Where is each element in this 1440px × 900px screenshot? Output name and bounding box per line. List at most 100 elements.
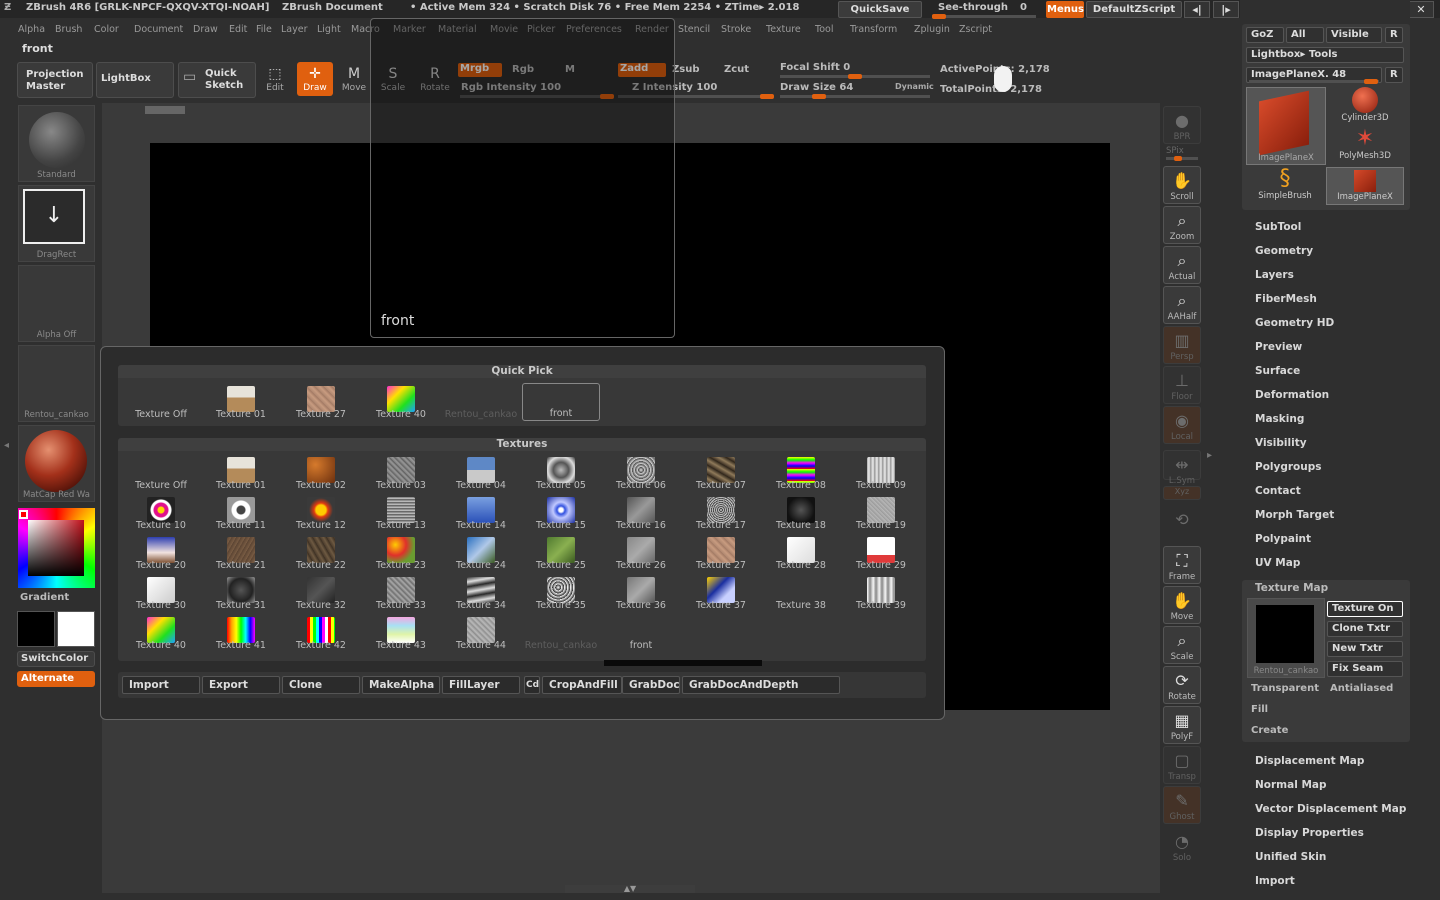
imageplane-slider[interactable]: ImagePlaneX. 48 bbox=[1246, 67, 1382, 84]
bottom-tray-handle[interactable]: ▲▼ bbox=[565, 885, 695, 893]
menu-file[interactable]: File bbox=[256, 24, 272, 35]
quicksave-button[interactable]: QuickSave bbox=[838, 1, 922, 18]
fill-layer-button[interactable]: FillLayer bbox=[442, 676, 520, 694]
zsub-button[interactable]: Zsub bbox=[672, 64, 699, 75]
texture-item[interactable]: Texture 01 bbox=[202, 454, 280, 492]
tool-thumb-cylinder3d[interactable]: Cylinder3D bbox=[1326, 87, 1404, 125]
rotation-axis-icons[interactable]: ⟲ bbox=[1163, 506, 1201, 542]
tool-thumb-simplebrush[interactable]: § SimpleBrush bbox=[1246, 167, 1324, 205]
masking-section[interactable]: Masking bbox=[1255, 413, 1304, 425]
persp-button[interactable]: ▥ Persp bbox=[1163, 326, 1201, 364]
floor-button[interactable]: ⊥ Floor bbox=[1163, 366, 1201, 404]
right-tray-toggle-icon[interactable]: ▸ bbox=[1207, 450, 1212, 461]
focal-shift-slider[interactable] bbox=[780, 74, 930, 79]
fill-subpalette[interactable]: Fill bbox=[1251, 704, 1268, 715]
shelf-rotate-button[interactable]: ⟳ Rotate bbox=[1163, 666, 1201, 704]
quick-pick-item[interactable]: Texture 40 bbox=[362, 383, 440, 421]
polyf-button[interactable]: ▦ PolyF bbox=[1163, 706, 1201, 744]
grab-doc-and-depth-button[interactable]: GrabDocAndDepth bbox=[682, 676, 840, 694]
menus-button[interactable]: Menus bbox=[1046, 1, 1084, 18]
preview-section[interactable]: Preview bbox=[1255, 341, 1302, 353]
menu-document[interactable]: Document bbox=[134, 24, 183, 35]
spix-slider[interactable] bbox=[1166, 156, 1198, 161]
menu-light[interactable]: Light bbox=[317, 24, 341, 35]
canvas-scroll-thumb[interactable] bbox=[145, 106, 185, 114]
create-subpalette[interactable]: Create bbox=[1251, 725, 1288, 736]
texture-item[interactable]: Texture 30 bbox=[122, 574, 200, 612]
polypaint-section[interactable]: Polypaint bbox=[1255, 533, 1311, 545]
texture-item[interactable]: Texture 14 bbox=[442, 494, 520, 532]
lightbox-button[interactable]: LightBox bbox=[96, 62, 174, 98]
grab-doc-button[interactable]: GrabDoc bbox=[622, 676, 680, 694]
move-button[interactable]: M Move bbox=[336, 62, 372, 96]
texture-item[interactable]: Texture 09 bbox=[842, 454, 920, 492]
tool-thumb-imageplanex[interactable]: ImagePlaneX bbox=[1246, 87, 1326, 165]
menu-tool[interactable]: Tool bbox=[815, 24, 833, 35]
all-button[interactable]: All bbox=[1286, 27, 1324, 43]
texture-item[interactable]: Texture 18 bbox=[762, 494, 840, 532]
make-alpha-button[interactable]: MakeAlpha bbox=[362, 676, 440, 694]
alternate-button[interactable]: Alternate bbox=[17, 671, 95, 687]
actual-button[interactable]: ⌕ Actual bbox=[1163, 246, 1201, 284]
transparent-toggle[interactable]: Transparent bbox=[1251, 683, 1319, 694]
texture-item[interactable]: Texture 02 bbox=[282, 454, 360, 492]
texture-grid-scrollbar[interactable] bbox=[604, 660, 762, 666]
texture-map-thumbnail[interactable]: Rentou_cankao bbox=[1247, 598, 1325, 678]
tool-thumb-polymesh3d[interactable]: ✶ PolyMesh3D bbox=[1326, 127, 1404, 165]
clone-button[interactable]: Clone bbox=[282, 676, 360, 694]
texture-item[interactable]: Texture 39 bbox=[842, 574, 920, 612]
draw-size-slider[interactable] bbox=[780, 94, 930, 99]
next-layout-icon[interactable]: |▸ bbox=[1213, 1, 1239, 18]
texture-item[interactable]: front bbox=[602, 614, 680, 652]
default-zscript-button[interactable]: DefaultZScript bbox=[1086, 1, 1182, 18]
edit-button[interactable]: ⬚ Edit bbox=[257, 62, 293, 96]
texture-item[interactable]: Texture 07 bbox=[682, 454, 760, 492]
geometry-section[interactable]: Geometry bbox=[1255, 245, 1313, 257]
display-properties-section[interactable]: Display Properties bbox=[1255, 827, 1364, 839]
texture-item[interactable]: Texture 34 bbox=[442, 574, 520, 612]
color-picker[interactable] bbox=[18, 508, 95, 588]
texture-item[interactable]: Texture 21 bbox=[202, 534, 280, 572]
texture-item[interactable]: Texture 22 bbox=[282, 534, 360, 572]
menu-transform[interactable]: Transform bbox=[850, 24, 897, 35]
texture-item[interactable]: Texture 06 bbox=[602, 454, 680, 492]
texture-item[interactable]: Texture 24 bbox=[442, 534, 520, 572]
clone-txtr-button[interactable]: Clone Txtr bbox=[1327, 621, 1403, 637]
visibility-section[interactable]: Visibility bbox=[1255, 437, 1307, 449]
texture-item[interactable]: Texture 29 bbox=[842, 534, 920, 572]
texture-item[interactable]: Rentou_cankao bbox=[522, 614, 600, 652]
texture-item[interactable]: Texture 11 bbox=[202, 494, 280, 532]
texture-map-header[interactable]: Texture Map bbox=[1255, 582, 1328, 594]
scroll-button[interactable]: ✋ Scroll bbox=[1163, 166, 1201, 204]
normal-map-section[interactable]: Normal Map bbox=[1255, 779, 1327, 791]
frame-button[interactable]: ⛶ Frame bbox=[1163, 546, 1201, 584]
export-button[interactable]: Export bbox=[202, 676, 280, 694]
menu-texture[interactable]: Texture bbox=[766, 24, 801, 35]
menu-stencil[interactable]: Stencil bbox=[678, 24, 710, 35]
shelf-move-button[interactable]: ✋ Move bbox=[1163, 586, 1201, 624]
menu-stroke[interactable]: Stroke bbox=[721, 24, 751, 35]
texture-picker[interactable]: Rentou_cankao bbox=[18, 345, 95, 422]
quick-pick-item[interactable]: Texture 27 bbox=[282, 383, 360, 421]
local-button[interactable]: ◉ Local bbox=[1163, 406, 1201, 444]
brush-picker[interactable]: Standard bbox=[18, 105, 95, 182]
prev-layout-icon[interactable]: ◂| bbox=[1184, 1, 1210, 18]
quick-pick-item[interactable]: front bbox=[522, 383, 600, 421]
texture-item[interactable]: Texture 15 bbox=[522, 494, 600, 532]
texture-item[interactable]: Texture 36 bbox=[602, 574, 680, 612]
antialiased-toggle[interactable]: Antialiased bbox=[1330, 683, 1393, 694]
subtool-section[interactable]: SubTool bbox=[1255, 221, 1301, 233]
texture-item[interactable]: Texture 13 bbox=[362, 494, 440, 532]
xyz-button[interactable]: Xyz bbox=[1163, 486, 1201, 500]
tool-thumb-imageplanex-2[interactable]: ImagePlaneX bbox=[1326, 167, 1404, 205]
quick-sketch-button[interactable]: ▭ Quick Sketch bbox=[178, 62, 256, 98]
spix-label[interactable]: SPix bbox=[1166, 146, 1184, 156]
zcut-button[interactable]: Zcut bbox=[724, 64, 749, 75]
displacement-map-section[interactable]: Displacement Map bbox=[1255, 755, 1364, 767]
texture-item[interactable]: Texture 10 bbox=[122, 494, 200, 532]
fix-seam-button[interactable]: Fix Seam bbox=[1327, 661, 1403, 677]
quick-pick-item[interactable]: Rentou_cankao bbox=[442, 383, 520, 421]
texture-item[interactable]: Texture 40 bbox=[122, 614, 200, 652]
texture-item[interactable]: Texture 17 bbox=[682, 494, 760, 532]
deformation-section[interactable]: Deformation bbox=[1255, 389, 1329, 401]
